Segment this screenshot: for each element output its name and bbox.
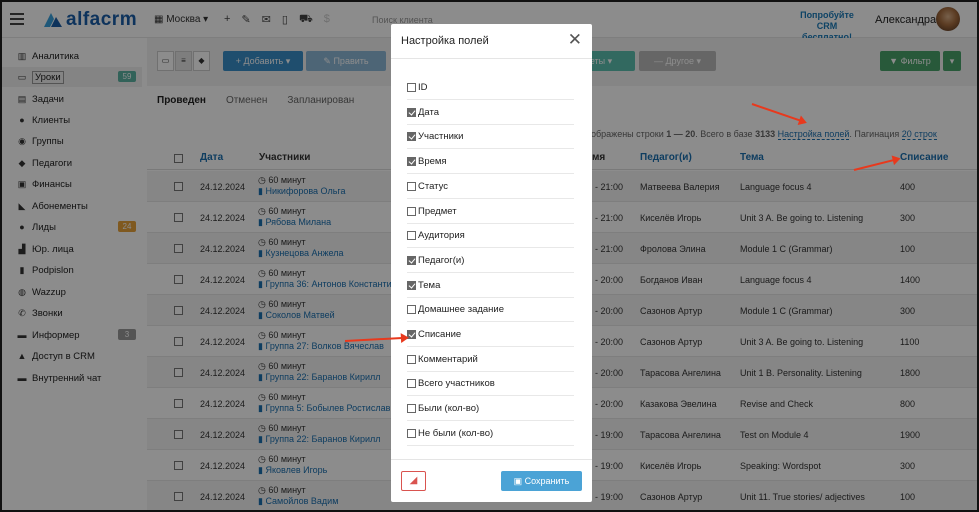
- modal-title: Настройка полей: [401, 35, 489, 47]
- field-label: Списание: [418, 329, 462, 340]
- field-checkbox[interactable]: [407, 181, 416, 191]
- field-option[interactable]: Не были (кол-во): [407, 422, 574, 446]
- field-label: Тема: [418, 279, 441, 291]
- field-checkbox[interactable]: [407, 206, 416, 216]
- field-option[interactable]: ID: [407, 76, 574, 100]
- field-label: Всего участников: [418, 378, 495, 390]
- field-checkbox[interactable]: [407, 132, 416, 142]
- field-checkbox[interactable]: [407, 354, 416, 364]
- field-option[interactable]: Комментарий: [407, 348, 574, 372]
- field-label: Участники: [418, 131, 464, 143]
- field-checkbox[interactable]: [407, 231, 416, 241]
- field-option[interactable]: Списание: [407, 323, 574, 347]
- save-icon: ▣: [513, 476, 525, 486]
- field-label: Не были (кол-во): [418, 427, 494, 439]
- field-label: Комментарий: [418, 353, 478, 365]
- field-option[interactable]: Аудитория: [407, 224, 574, 249]
- field-label: Дата: [418, 106, 440, 118]
- field-option[interactable]: Всего участников: [407, 372, 574, 397]
- modal-footer: ◢ ▣ Сохранить: [391, 459, 592, 502]
- reset-eraser-button[interactable]: ◢: [401, 471, 426, 491]
- app-window: alfacrm ▦ Москва ▾ + ✎ ✉ ▯ ⛟ $ Поиск кли…: [0, 0, 979, 512]
- field-label: Педагог(и): [418, 254, 465, 266]
- field-checkbox[interactable]: [407, 428, 416, 438]
- field-label: Предмет: [418, 205, 457, 217]
- field-checkbox[interactable]: [407, 255, 416, 265]
- field-option[interactable]: Тема: [407, 274, 574, 298]
- modal-header: Настройка полей ✕: [391, 24, 592, 59]
- field-checkbox[interactable]: [407, 107, 416, 117]
- field-option[interactable]: Домашнее задание: [407, 298, 574, 323]
- eraser-icon: ◢: [409, 475, 418, 486]
- field-option[interactable]: Педагог(и): [407, 249, 574, 273]
- save-label: Сохранить: [524, 476, 570, 486]
- field-option[interactable]: Предмет: [407, 200, 574, 224]
- field-label: Время: [418, 156, 447, 168]
- field-checkbox[interactable]: [407, 379, 416, 389]
- field-checkbox[interactable]: [407, 280, 416, 290]
- field-checkbox[interactable]: [407, 83, 416, 92]
- field-checkbox[interactable]: [407, 157, 416, 167]
- field-option[interactable]: Участники: [407, 125, 574, 150]
- field-checkbox[interactable]: [407, 404, 416, 414]
- field-label: Аудитория: [418, 230, 465, 242]
- field-checkbox[interactable]: [407, 305, 416, 315]
- save-button[interactable]: ▣ Сохранить: [501, 471, 582, 491]
- field-option[interactable]: Дата: [407, 101, 574, 125]
- field-label: Домашнее задание: [418, 304, 505, 316]
- field-label: Были (кол-во): [418, 403, 480, 415]
- field-option[interactable]: Были (кол-во): [407, 397, 574, 422]
- field-label: ID: [418, 82, 428, 93]
- close-icon[interactable]: ✕: [568, 30, 582, 50]
- field-option[interactable]: Статус: [407, 175, 574, 199]
- field-option[interactable]: Время: [407, 150, 574, 175]
- field-label: Статус: [418, 180, 449, 192]
- field-settings-modal: Настройка полей ✕ ID Дата Участники Время Ст…: [391, 24, 592, 502]
